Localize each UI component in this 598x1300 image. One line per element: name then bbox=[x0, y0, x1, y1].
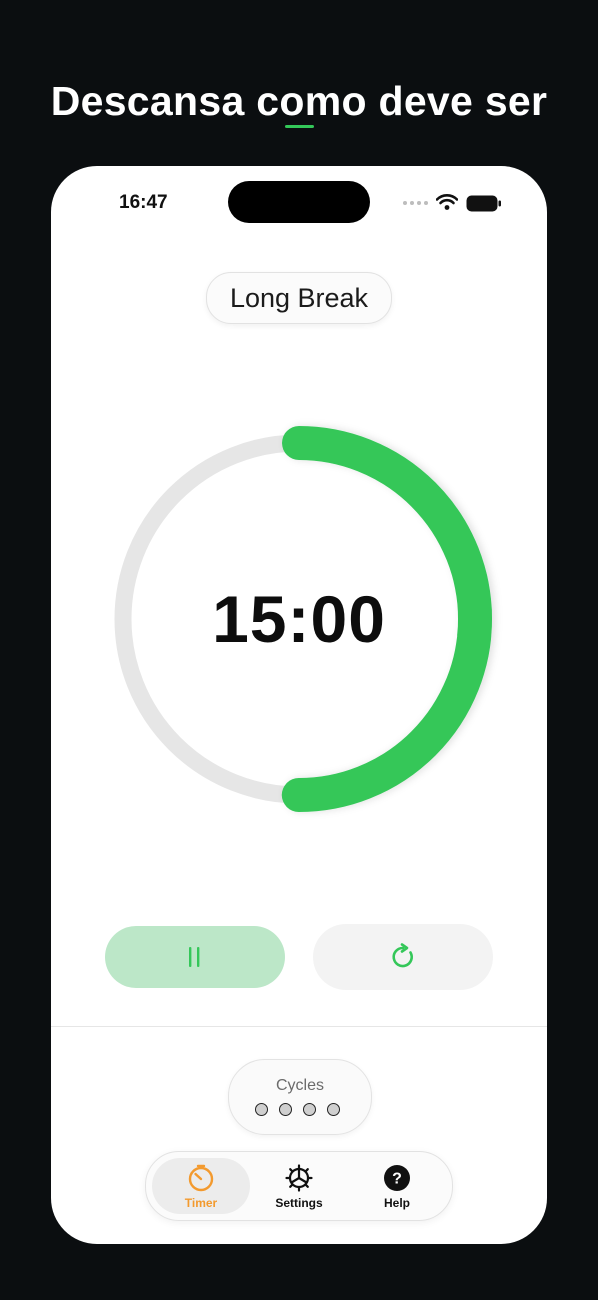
status-time: 16:47 bbox=[119, 192, 168, 213]
status-icons bbox=[403, 193, 513, 213]
tab-help-label: Help bbox=[383, 1196, 410, 1210]
tab-help[interactable]: ? Help bbox=[348, 1158, 446, 1214]
reset-button[interactable] bbox=[313, 924, 493, 990]
help-icon: ? bbox=[384, 1165, 410, 1191]
cycle-indicators bbox=[255, 1103, 340, 1116]
pause-icon bbox=[189, 947, 200, 967]
timer-icon bbox=[188, 1164, 214, 1192]
battery-icon bbox=[466, 195, 501, 212]
cycle-dot bbox=[327, 1103, 340, 1116]
cycle-dot bbox=[279, 1103, 292, 1116]
phone-screen: 16:47 Long Break 15:00 Cycles Timer Sett… bbox=[51, 166, 547, 1244]
timer-time: 15:00 bbox=[212, 582, 386, 656]
tab-timer[interactable]: Timer bbox=[152, 1158, 250, 1214]
wifi-icon bbox=[436, 194, 458, 210]
timer-ring: 15:00 bbox=[91, 411, 507, 827]
headline-accent-underline bbox=[285, 125, 314, 128]
tab-settings-label: Settings bbox=[275, 1196, 323, 1210]
signal-dots-icon bbox=[403, 201, 428, 205]
tab-timer-label: Timer bbox=[184, 1196, 218, 1210]
dynamic-island bbox=[228, 181, 370, 223]
pause-button[interactable] bbox=[105, 926, 285, 988]
section-divider bbox=[51, 1026, 547, 1027]
promo-headline: Descansa como deve ser bbox=[50, 78, 548, 124]
cycles-label: Cycles bbox=[275, 1077, 324, 1094]
svg-text:?: ? bbox=[392, 1171, 402, 1188]
timer-mode-pill[interactable]: Long Break bbox=[206, 272, 392, 324]
cycle-dot bbox=[303, 1103, 316, 1116]
tab-bar: Timer Settings ? Help bbox=[145, 1151, 453, 1221]
cycles-card: Cycles bbox=[228, 1059, 372, 1135]
tab-settings[interactable]: Settings bbox=[250, 1158, 348, 1214]
gear-icon bbox=[285, 1164, 313, 1192]
cycle-dot bbox=[255, 1103, 268, 1116]
reset-icon bbox=[392, 943, 413, 968]
